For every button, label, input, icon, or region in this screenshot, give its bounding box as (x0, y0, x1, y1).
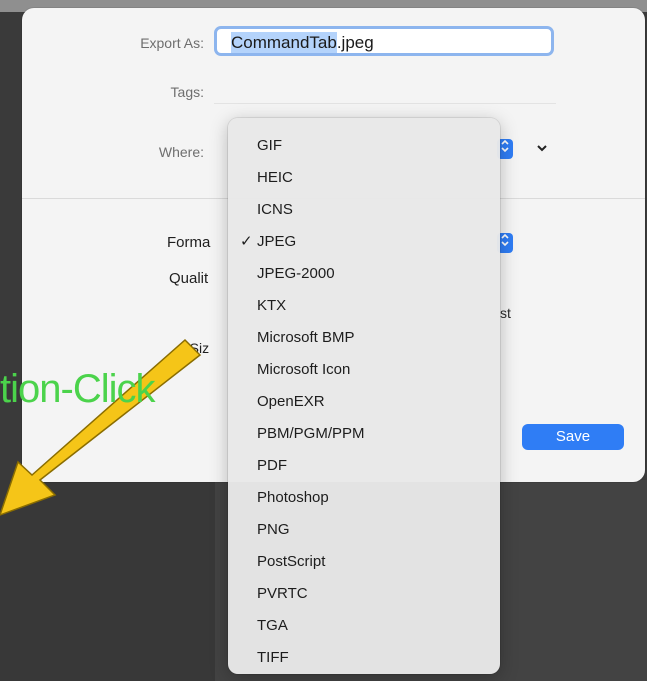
where-label: Where: (158, 144, 204, 160)
menu-item-label: Photoshop (257, 489, 329, 506)
menu-item-jpeg-2000[interactable]: JPEG-2000 (228, 260, 500, 288)
expand-chevron-icon[interactable] (536, 140, 548, 156)
file-name-selection: CommandTab (231, 32, 337, 53)
file-name-field[interactable]: CommandTab.jpeg (214, 26, 554, 56)
menu-item-ktx[interactable]: KTX (228, 292, 500, 320)
format-dropdown-menu: GIF HEIC ICNS ✓ JPEG JPEG-2000 KTX Microsoft BM… (228, 118, 500, 674)
menu-item-microsoft-bmp[interactable]: Microsoft BMP (228, 324, 500, 352)
menu-item-label: GIF (257, 137, 282, 154)
annotation-text: tion-Click (0, 367, 155, 411)
menu-item-label: PBM/PGM/PPM (257, 425, 365, 442)
menu-item-pvrtc[interactable]: PVRTC (228, 580, 500, 608)
menu-item-gif[interactable]: GIF (228, 132, 500, 160)
menu-item-label: TGA (257, 617, 288, 634)
menu-item-tga[interactable]: TGA (228, 612, 500, 640)
quality-best-label: st (500, 305, 511, 321)
menu-item-label: ICNS (257, 201, 293, 218)
menu-item-heic[interactable]: HEIC (228, 164, 500, 192)
menu-item-label: PVRTC (257, 585, 308, 602)
menu-item-png[interactable]: PNG (228, 516, 500, 544)
menu-item-jpeg[interactable]: ✓ JPEG (228, 228, 500, 256)
annotation-arrow-icon (0, 338, 202, 516)
quality-label: Qualit (169, 270, 209, 287)
tags-field[interactable] (214, 103, 556, 104)
tags-label: Tags: (170, 84, 204, 100)
menu-item-label: Microsoft BMP (257, 329, 355, 346)
menu-item-label: PostScript (257, 553, 326, 570)
checkmark-icon: ✓ (240, 233, 253, 250)
menu-item-label: HEIC (257, 169, 293, 186)
menu-item-label: PNG (257, 521, 290, 538)
chevron-down-icon (537, 145, 547, 152)
menu-item-pbm-pgm-ppm[interactable]: PBM/PGM/PPM (228, 420, 500, 448)
export-as-label: Export As: (140, 35, 204, 51)
menu-item-postscript[interactable]: PostScript (228, 548, 500, 576)
menu-item-label: JPEG-2000 (257, 265, 335, 282)
up-down-chevron-icon (501, 233, 509, 247)
menu-item-tiff[interactable]: TIFF (228, 644, 500, 672)
menu-item-label: TIFF (257, 649, 289, 666)
menu-item-photoshop[interactable]: Photoshop (228, 484, 500, 512)
menu-item-icns[interactable]: ICNS (228, 196, 500, 224)
file-name-extension: .jpeg (336, 33, 374, 52)
up-down-chevron-icon (501, 139, 509, 153)
menu-item-label: JPEG (257, 233, 297, 250)
menu-item-label: Microsoft Icon (257, 361, 351, 378)
menu-item-label: OpenEXR (257, 393, 325, 410)
menu-item-pdf[interactable]: PDF (228, 452, 500, 480)
menu-item-openexr[interactable]: OpenEXR (228, 388, 500, 416)
save-button[interactable]: Save (522, 424, 624, 450)
menu-item-label: PDF (257, 457, 287, 474)
menu-item-microsoft-icon[interactable]: Microsoft Icon (228, 356, 500, 384)
format-label: Forma (167, 234, 211, 251)
menu-item-label: KTX (257, 297, 287, 314)
